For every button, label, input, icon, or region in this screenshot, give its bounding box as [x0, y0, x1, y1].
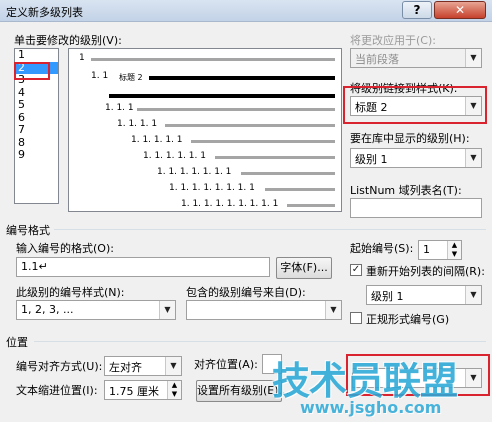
gallery-level-combo[interactable]: 级别 1 ▼ — [350, 148, 482, 168]
listnum-label: ListNum 域列表名(T): — [350, 184, 462, 197]
link-style-value: 标题 2 — [355, 101, 388, 114]
number-style-label: 此级别的编号样式(N): — [16, 286, 125, 299]
level-item[interactable]: 5 — [15, 98, 58, 112]
start-at-spinner[interactable]: 1 ▲ ▼ — [418, 240, 462, 260]
preview-num-1: 1 — [79, 53, 85, 63]
alignment-value: 左对齐 — [109, 361, 142, 374]
preview-num-3: 1. 1. 1 — [105, 103, 134, 113]
level-list-label: 单击要修改的级别(V): — [14, 34, 122, 47]
spinner-arrows-icon[interactable]: ▲ ▼ — [167, 381, 181, 399]
chevron-down-icon: ▼ — [465, 49, 481, 67]
level-item[interactable]: 7 — [15, 123, 58, 137]
format-label: 输入编号的格式(O): — [16, 242, 114, 255]
restart-checkbox[interactable]: ✓ — [350, 264, 362, 276]
level-item[interactable]: 3 — [15, 73, 58, 87]
preview-num-2: 1. 1 — [91, 71, 109, 81]
link-style-combo[interactable]: 标题 2 ▼ — [350, 96, 482, 116]
level-listbox[interactable]: 1 2 3 4 5 6 7 8 9 — [14, 48, 59, 204]
legal-numbering-checkbox[interactable] — [350, 312, 362, 324]
apply-to-combo: 当前段落 ▼ — [350, 48, 482, 68]
watermark-logo: 技术员联盟 — [272, 359, 458, 403]
chevron-down-icon[interactable]: ▼ — [465, 369, 481, 387]
format-input[interactable]: 1.1↵ — [16, 257, 270, 277]
set-all-levels-button[interactable]: 设置所有级别(E)... — [196, 380, 289, 402]
section-divider — [54, 229, 486, 230]
level-item[interactable]: 1 — [15, 48, 58, 62]
indent-label: 文本缩进位置(I): — [16, 384, 98, 397]
apply-to-value: 当前段落 — [355, 53, 399, 66]
position-section-title: 位置 — [6, 336, 28, 349]
font-button[interactable]: 字体(F)... — [276, 257, 332, 279]
include-level-combo[interactable]: ▼ — [186, 300, 342, 320]
number-style-combo[interactable]: 1, 2, 3, ... ▼ — [16, 300, 176, 320]
include-level-label: 包含的级别编号来自(D): — [186, 286, 306, 299]
preview-line — [137, 108, 335, 111]
preview-num-7: 1. 1. 1. 1. 1. 1. 1 — [157, 167, 232, 177]
preview-line — [215, 156, 335, 159]
preview-line — [165, 124, 335, 127]
restart-level-combo[interactable]: 级别 1 ▼ — [366, 285, 482, 305]
chevron-down-icon[interactable]: ▼ — [159, 301, 175, 319]
preview-line — [287, 204, 335, 207]
apply-to-label: 将更改应用于(C): — [350, 34, 436, 47]
preview-num-9: 1. 1. 1. 1. 1. 1. 1. 1. 1 — [181, 199, 279, 209]
window-title: 定义新多级列表 — [6, 6, 83, 19]
link-style-label: 将级别链接到样式(K): — [350, 82, 458, 95]
preview-line — [241, 172, 335, 175]
title-bar: 定义新多级列表 ? ✕ — [0, 0, 492, 22]
listnum-input[interactable] — [350, 198, 482, 218]
watermark-url: www.jsgho.com — [300, 398, 442, 417]
section-divider — [34, 341, 486, 342]
indent-spinner[interactable]: 1.75 厘米 ▲ ▼ — [104, 380, 182, 400]
aligned-at-label: 对齐位置(A): — [194, 358, 258, 371]
legal-numbering-label: 正规形式编号(G) — [366, 313, 450, 326]
preview-line — [265, 188, 335, 191]
preview-pane: 1 1. 1 标题 2 1. 1. 1 1. 1. 1. 1 1. 1. 1. … — [68, 48, 342, 212]
preview-num-6: 1. 1. 1. 1. 1. 1 — [143, 151, 206, 161]
format-value: 1.1↵ — [21, 260, 48, 273]
preview-line — [191, 140, 335, 143]
level-item[interactable]: 9 — [15, 148, 58, 162]
define-multilevel-list-dialog: 定义新多级列表 ? ✕ 单击要修改的级别(V): 1 2 3 4 5 6 7 8… — [0, 0, 492, 422]
chevron-down-icon[interactable]: ▼ — [465, 97, 481, 115]
chevron-down-icon[interactable]: ▼ — [325, 301, 341, 319]
chevron-down-icon[interactable]: ▼ — [465, 149, 481, 167]
close-button[interactable]: ✕ — [434, 1, 486, 19]
preview-heading2: 标题 2 — [119, 73, 143, 82]
spinner-arrows-icon[interactable]: ▲ ▼ — [447, 241, 461, 259]
help-button[interactable]: ? — [402, 1, 432, 19]
chevron-down-icon[interactable]: ▼ — [165, 357, 181, 375]
preview-line-bold — [109, 94, 335, 98]
alignment-combo[interactable]: 左对齐 ▼ — [104, 356, 182, 376]
restart-level-value: 级别 1 — [371, 290, 404, 303]
preview-line — [91, 58, 335, 61]
start-at-value: 1 — [423, 243, 430, 256]
preview-num-5: 1. 1. 1. 1. 1 — [131, 135, 183, 145]
number-format-section-title: 编号格式 — [6, 224, 50, 237]
number-style-value: 1, 2, 3, ... — [21, 303, 74, 316]
chevron-down-icon[interactable]: ▼ — [465, 286, 481, 304]
gallery-level-value: 级别 1 — [355, 153, 388, 166]
preview-num-4: 1. 1. 1. 1 — [117, 119, 158, 129]
preview-num-8: 1. 1. 1. 1. 1. 1. 1. 1 — [169, 183, 255, 193]
restart-label: 重新开始列表的间隔(R): — [366, 265, 485, 278]
indent-value: 1.75 厘米 — [109, 385, 159, 398]
gallery-level-label: 要在库中显示的级别(H): — [350, 132, 470, 145]
alignment-label: 编号对齐方式(U): — [16, 360, 103, 373]
preview-line-bold — [149, 76, 335, 80]
start-at-label: 起始编号(S): — [350, 242, 414, 255]
